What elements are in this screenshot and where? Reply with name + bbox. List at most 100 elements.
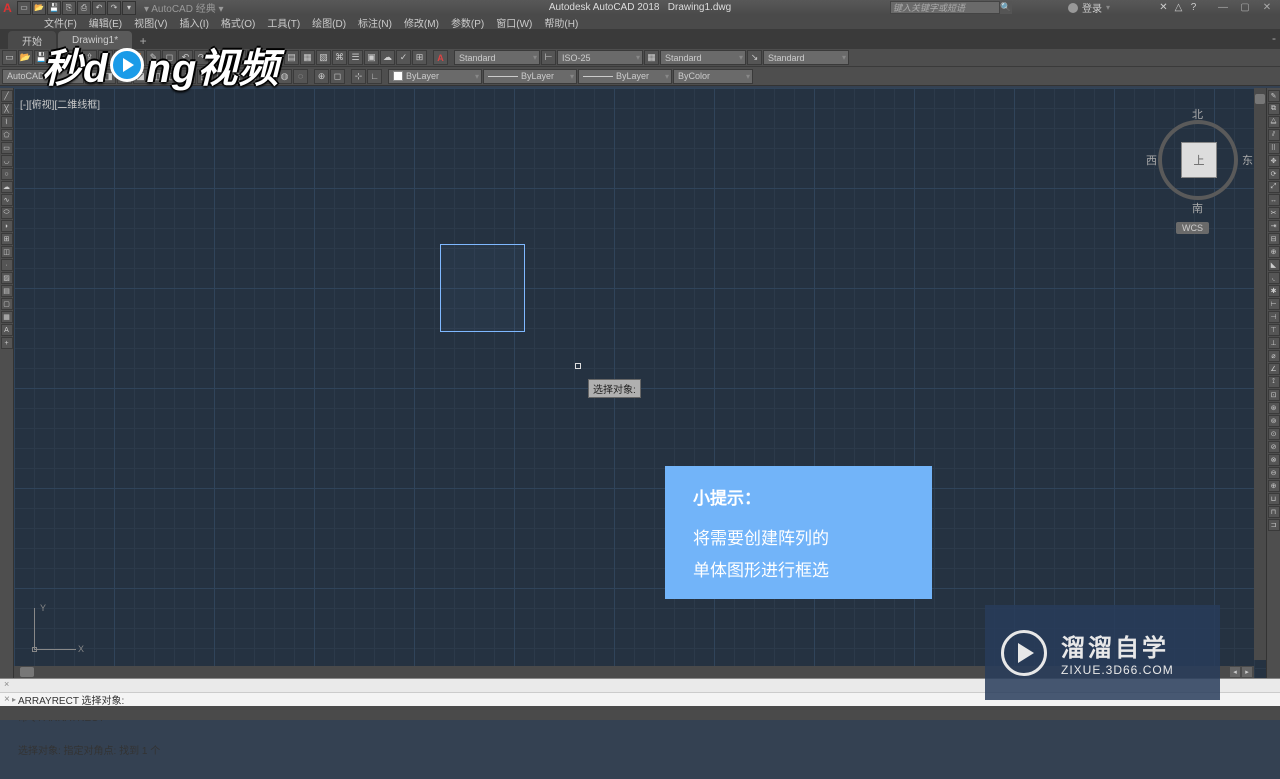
makeblk-icon[interactable]: ◫: [1, 246, 13, 258]
menu-file[interactable]: 文件(F): [38, 15, 83, 30]
viewcube-wcs-label[interactable]: WCS: [1176, 222, 1209, 234]
explode-icon[interactable]: ✱: [1268, 285, 1280, 297]
circle-icon[interactable]: ○: [1, 168, 13, 180]
tab-start[interactable]: 开始: [8, 31, 56, 49]
maximize-button[interactable]: ▢: [1234, 1, 1256, 15]
tb-insert-icon[interactable]: ⊕: [314, 69, 329, 84]
xline-icon[interactable]: ╳: [1, 103, 13, 115]
join-icon[interactable]: ⊕: [1268, 246, 1280, 258]
tb-calc-icon[interactable]: ⌘: [332, 50, 347, 65]
textstyle-combo[interactable]: Standard: [454, 50, 540, 65]
addsel-icon[interactable]: +: [1, 337, 13, 349]
status-bar[interactable]: [0, 706, 1280, 720]
fillet-icon[interactable]: ◟: [1268, 272, 1280, 284]
menu-param[interactable]: 参数(P): [445, 15, 490, 30]
tb-match-icon[interactable]: ✎: [146, 50, 161, 65]
tb-text-icon[interactable]: A: [433, 50, 448, 65]
selected-rectangle[interactable]: [440, 244, 525, 332]
tb-layerb-icon[interactable]: ◌: [293, 69, 308, 84]
revcloud-icon[interactable]: ☁: [1, 181, 13, 193]
tb-layerc-icon[interactable]: ▢: [165, 69, 180, 84]
chamfer-icon[interactable]: ◣: [1268, 259, 1280, 271]
tablestyle-combo[interactable]: Standard: [660, 50, 746, 65]
tb-publish-icon[interactable]: ⇪: [82, 50, 97, 65]
dim1-icon[interactable]: ⊢: [1268, 298, 1280, 310]
tb-layerz-icon[interactable]: ▬: [261, 69, 276, 84]
search-input[interactable]: 键入关键字或短语: [890, 1, 1000, 14]
menu-dim[interactable]: 标注(N): [352, 15, 398, 30]
tb-save-icon[interactable]: 💾: [34, 50, 49, 65]
stretch-icon[interactable]: ↔: [1268, 194, 1280, 206]
tb-qcalc-icon[interactable]: ⊞: [412, 50, 427, 65]
qat-open-icon[interactable]: 📂: [32, 1, 46, 15]
dimstyle-combo[interactable]: ISO-25: [557, 50, 643, 65]
tb-paste-icon[interactable]: 📋: [130, 50, 145, 65]
viewcube-top-face[interactable]: 上: [1181, 142, 1217, 178]
gradient-icon[interactable]: ▤: [1, 285, 13, 297]
tb-zoom-icon[interactable]: 🔍: [231, 50, 246, 65]
qat-saveas-icon[interactable]: ⎘: [62, 1, 76, 15]
tb-layerp-icon[interactable]: ◰: [197, 69, 212, 84]
help-icon[interactable]: ?: [1187, 1, 1200, 14]
viewcube-west-label[interactable]: 西: [1146, 152, 1157, 168]
menu-modify[interactable]: 修改(M): [398, 15, 445, 30]
command-input[interactable]: × ARRAYRECT 选择对象:: [0, 692, 1280, 706]
autocad-combo[interactable]: AutoCAD: [2, 69, 84, 84]
tb-dim-icon[interactable]: ⊢: [541, 50, 556, 65]
tb-layera-icon[interactable]: ◍: [277, 69, 292, 84]
mlstyle-combo[interactable]: Standard: [763, 50, 849, 65]
qat-dropdown-icon[interactable]: ▾: [122, 1, 136, 15]
offset-icon[interactable]: ⫽: [1268, 129, 1280, 141]
ellipsearc-icon[interactable]: ◗: [1, 220, 13, 232]
menu-window[interactable]: 窗口(W): [490, 15, 538, 30]
menu-tools[interactable]: 工具(T): [261, 15, 306, 30]
dim4-icon[interactable]: ⊥: [1268, 337, 1280, 349]
qat-undo-icon[interactable]: ↶: [92, 1, 106, 15]
dim3-icon[interactable]: ⊤: [1268, 324, 1280, 336]
app-icon[interactable]: A: [0, 0, 15, 15]
arc-icon[interactable]: ◡: [1, 155, 13, 167]
insertblk-icon[interactable]: ⊞: [1, 233, 13, 245]
tb-layer-icon[interactable]: ☰: [348, 50, 363, 65]
tb-layers-icon[interactable]: ◨: [101, 69, 116, 84]
workspace-label[interactable]: ▾ AutoCAD 经典 ▾: [144, 0, 224, 15]
viewcube-north-label[interactable]: 北: [1192, 106, 1203, 122]
tb-mleader-icon[interactable]: ↘: [747, 50, 762, 65]
trim-icon[interactable]: ✂: [1268, 207, 1280, 219]
qat-new-icon[interactable]: ▭: [17, 1, 31, 15]
linetype-combo[interactable]: ByLayer: [483, 69, 577, 84]
break-icon[interactable]: ⊟: [1268, 233, 1280, 245]
pline-icon[interactable]: ⌇: [1, 116, 13, 128]
tb-layerx-icon[interactable]: ◲: [229, 69, 244, 84]
drawing-canvas[interactable]: [-][俯视][二维线框] 选择对象: Y X 上 北 南 东 西 WCS 小提…: [14, 88, 1266, 678]
mtext-icon[interactable]: A: [1, 324, 13, 336]
tb-table-icon[interactable]: ▦: [644, 50, 659, 65]
tb-cloud-icon[interactable]: ☁: [380, 50, 395, 65]
scrollbar-vertical[interactable]: [1254, 88, 1266, 660]
cmd-close-icon-2[interactable]: ×: [4, 694, 10, 705]
exchange-icon[interactable]: ✕: [1157, 1, 1170, 14]
tb-sheet-icon[interactable]: ▦: [300, 50, 315, 65]
hatch-icon[interactable]: ▨: [1, 272, 13, 284]
menu-view[interactable]: 视图(V): [128, 15, 173, 30]
dim7-icon[interactable]: ⟟: [1268, 376, 1280, 388]
viewport-label[interactable]: [-][俯视][二维线框]: [20, 96, 100, 111]
tb-new-icon[interactable]: ▭: [2, 50, 17, 65]
dim17-icon[interactable]: ⊓: [1268, 506, 1280, 518]
scale-icon[interactable]: ⤢: [1268, 181, 1280, 193]
tb-layerw-icon[interactable]: ◱: [213, 69, 228, 84]
tab-drawing1[interactable]: Drawing1*: [58, 31, 132, 49]
qat-save-icon[interactable]: 💾: [47, 1, 61, 15]
move-icon[interactable]: ✥: [1268, 155, 1280, 167]
menu-draw[interactable]: 绘图(D): [306, 15, 352, 30]
tb-layero-icon[interactable]: ▣: [181, 69, 196, 84]
tb-layerl-icon[interactable]: ◪: [133, 69, 148, 84]
menu-help[interactable]: 帮助(H): [538, 15, 584, 30]
tb-ucs-icon[interactable]: ∟: [367, 69, 382, 84]
scrollbar-h-thumb[interactable]: [20, 667, 34, 677]
tb-copy-icon[interactable]: ⧉: [114, 50, 129, 65]
tb-preview-icon[interactable]: 👁: [66, 50, 81, 65]
a360-icon[interactable]: △: [1172, 1, 1185, 14]
spline-icon[interactable]: ∿: [1, 194, 13, 206]
viewcube[interactable]: 上 北 南 东 西 WCS: [1148, 100, 1248, 230]
